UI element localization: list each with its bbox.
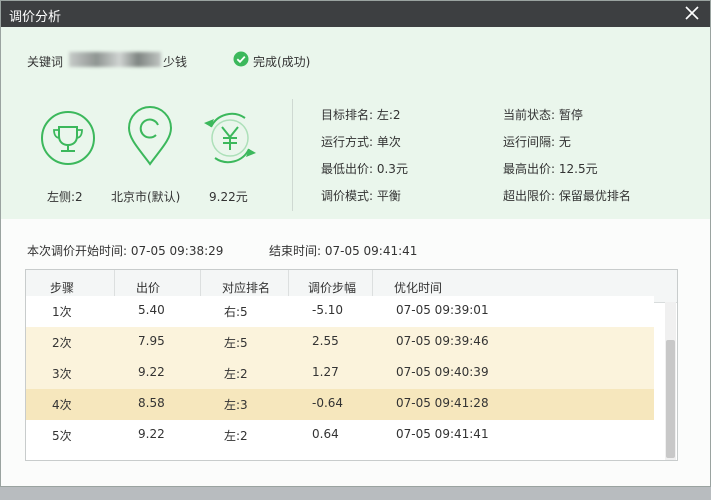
cell-bid: 5.40 <box>138 303 165 317</box>
target-rank: 目标排名: 左:2 <box>321 108 401 122</box>
cell-step-size: -5.10 <box>312 303 344 317</box>
header-bid[interactable]: 出价 <box>136 279 160 296</box>
price-label: 9.22元 <box>209 190 248 204</box>
table-row[interactable]: 5次 9.22 左:2 0.64 07-05 09:41:41 <box>26 420 654 451</box>
cell-step: 2次 <box>52 336 72 350</box>
header-rank[interactable]: 对应排名 <box>222 279 270 296</box>
adjustment-table: 步骤 出价 对应排名 调价步幅 优化时间 1次 5.40 右:5 -5.10 0… <box>25 269 678 461</box>
header-step[interactable]: 步骤 <box>50 279 74 296</box>
cell-step-size: 1.27 <box>312 365 339 379</box>
table-row[interactable]: 3次 9.22 左:2 1.27 07-05 09:40:39 <box>26 358 654 389</box>
scrollbar-thumb[interactable] <box>666 340 675 458</box>
keyword-label: 关键词 <box>27 55 64 69</box>
trophy-label: 左侧:2 <box>47 190 83 204</box>
cell-step-size: 2.55 <box>312 334 339 348</box>
run-mode: 运行方式: 单次 <box>321 135 401 149</box>
cell-step: 1次 <box>52 305 72 319</box>
start-time: 本次调价开始时间: 07-05 09:38:29 <box>27 244 224 258</box>
cell-time: 07-05 09:41:41 <box>396 427 489 441</box>
divider <box>292 99 293 211</box>
cell-rank: 左:2 <box>224 429 248 443</box>
header-step-size[interactable]: 调价步幅 <box>308 279 356 296</box>
cell-time: 07-05 09:40:39 <box>396 365 489 379</box>
location-label: 北京市(默认) <box>111 190 181 204</box>
over-limit-policy: 超出限价: 保留最优排名 <box>503 189 631 203</box>
trophy-icon <box>41 111 95 165</box>
price-analysis-dialog: 调价分析 关键词 少钱 完成(成功) 左侧:2 北京市(默认) 9.22元 目标… <box>0 0 711 487</box>
cell-time: 07-05 09:39:01 <box>396 303 489 317</box>
yuan-cycle-icon <box>204 112 256 164</box>
check-circle-icon <box>233 51 249 67</box>
cell-step-size: -0.64 <box>312 396 344 410</box>
cell-time: 07-05 09:39:46 <box>396 334 489 348</box>
cell-step: 3次 <box>52 367 72 381</box>
min-bid: 最低出价: 0.3元 <box>321 162 408 176</box>
title-bar: 调价分析 <box>1 1 710 27</box>
cell-step: 5次 <box>52 429 72 443</box>
keyword-suffix: 少钱 <box>163 55 188 69</box>
max-bid: 最高出价: 12.5元 <box>503 162 598 176</box>
cell-rank: 左:3 <box>224 398 248 412</box>
cell-bid: 9.22 <box>138 427 165 441</box>
cell-bid: 8.58 <box>138 396 165 410</box>
cell-step-size: 0.64 <box>312 427 339 441</box>
table-row[interactable]: 4次 8.58 左:3 -0.64 07-05 09:41:28 <box>26 389 654 420</box>
end-time: 结束时间: 07-05 09:41:41 <box>269 244 418 258</box>
window-title: 调价分析 <box>9 10 62 25</box>
table-row[interactable]: 2次 7.95 左:5 2.55 07-05 09:39:46 <box>26 327 654 358</box>
keyword-redacted <box>69 52 161 67</box>
cell-rank: 左:2 <box>224 367 248 381</box>
cell-rank: 左:5 <box>224 336 248 350</box>
close-icon[interactable] <box>682 3 702 23</box>
cell-rank: 右:5 <box>224 305 248 319</box>
current-status: 当前状态: 暂停 <box>503 108 583 122</box>
adjust-mode: 调价模式: 平衡 <box>321 189 401 203</box>
header-time[interactable]: 优化时间 <box>394 279 442 296</box>
run-interval: 运行间隔: 无 <box>503 135 571 149</box>
cell-time: 07-05 09:41:28 <box>396 396 489 410</box>
cell-bid: 9.22 <box>138 365 165 379</box>
cell-bid: 7.95 <box>138 334 165 348</box>
location-pin-icon <box>127 106 173 166</box>
status-text: 完成(成功) <box>253 55 311 69</box>
cell-step: 4次 <box>52 398 72 412</box>
table-row[interactable]: 1次 5.40 右:5 -5.10 07-05 09:39:01 <box>26 296 654 327</box>
